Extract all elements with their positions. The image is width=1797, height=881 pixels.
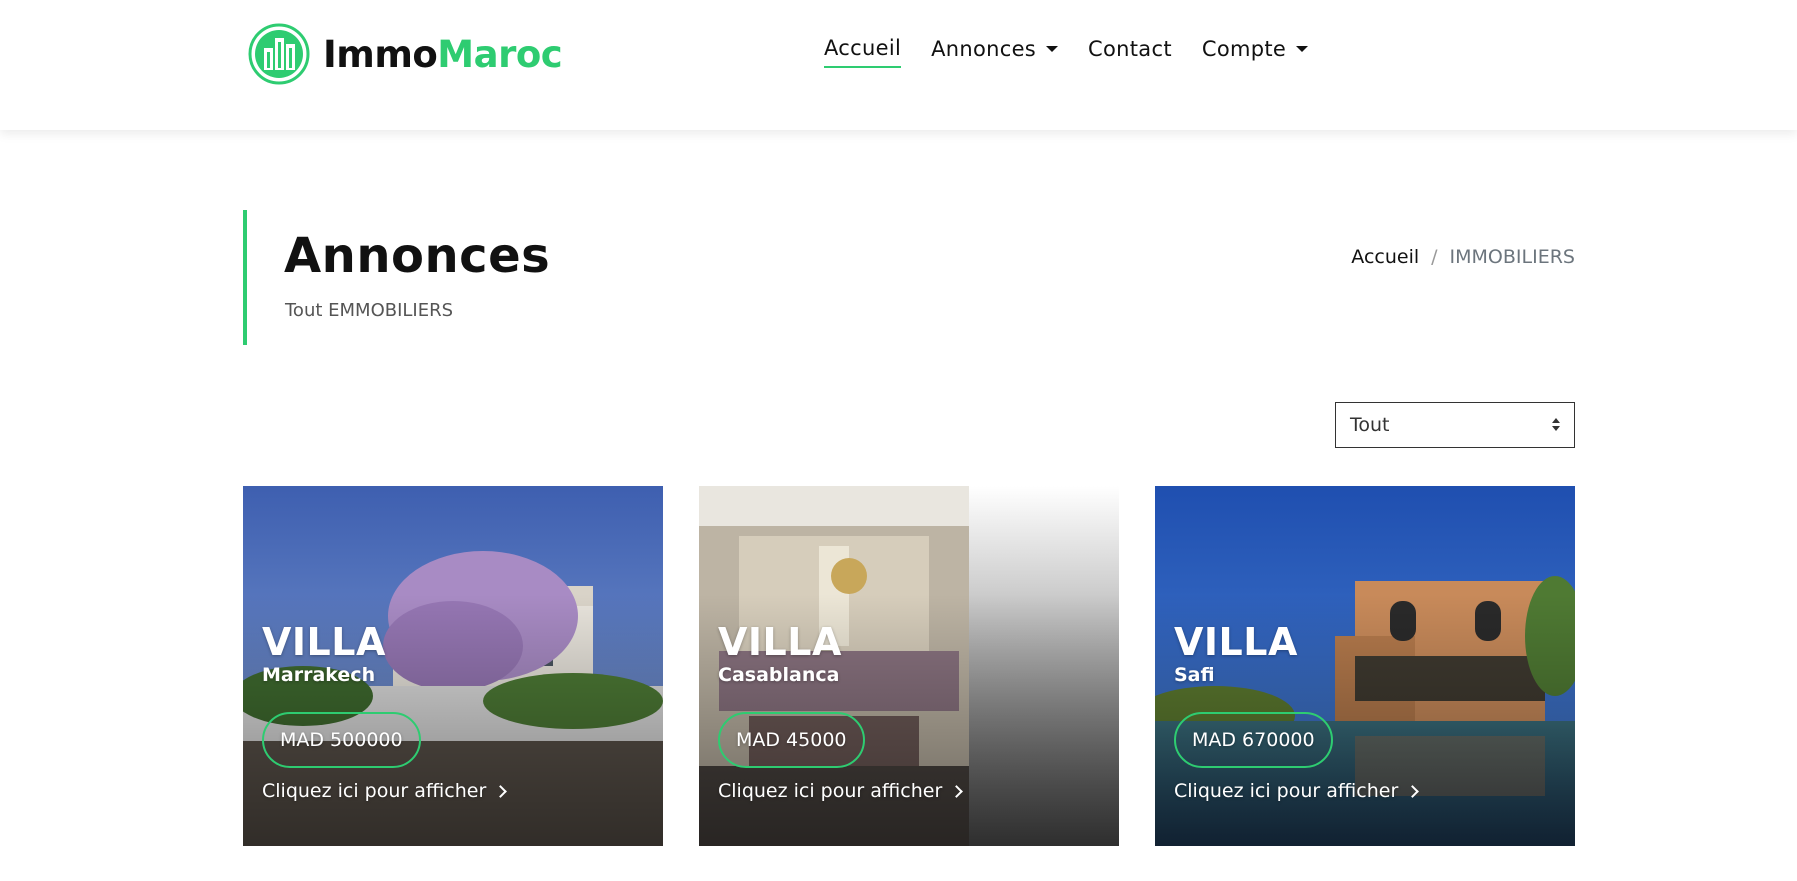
listing-type: VILLA [718, 620, 842, 664]
listing-view-link-label: Cliquez ici pour afficher [262, 780, 487, 802]
chevron-right-icon [494, 784, 508, 798]
nav-item-label: Contact [1088, 37, 1172, 61]
listing-card[interactable]: VILLA Safi MAD 670000 Cliquez ici pour a… [1155, 486, 1575, 846]
brand-name-part1: Immo [323, 32, 438, 76]
chevron-right-icon [1406, 784, 1420, 798]
category-filter-select[interactable]: Tout [1335, 402, 1575, 448]
select-sort-icon [1552, 418, 1560, 431]
buildings-logo-icon [248, 23, 310, 85]
page-title: Annonces [284, 228, 551, 284]
listing-view-link[interactable]: Cliquez ici pour afficher [1174, 780, 1420, 802]
nav-item-label: Compte [1201, 37, 1287, 61]
site-header: ImmoMaroc Accueil Annonces Contact Compt… [0, 0, 1797, 130]
main-nav: Accueil Annonces Contact Compte [824, 36, 1309, 68]
listing-view-link[interactable]: Cliquez ici pour afficher [262, 780, 508, 802]
nav-item-contact[interactable]: Contact [1088, 37, 1172, 67]
listing-price-badge: MAD 670000 [1174, 712, 1333, 768]
title-accent-bar [243, 210, 247, 345]
listing-view-link[interactable]: Cliquez ici pour afficher [718, 780, 964, 802]
breadcrumb: Accueil / IMMOBILIERS [1351, 246, 1575, 268]
listing-city: Marrakech [262, 664, 376, 686]
listing-price-badge: MAD 500000 [262, 712, 421, 768]
listing-view-link-label: Cliquez ici pour afficher [718, 780, 943, 802]
select-value: Tout [1350, 414, 1390, 436]
brand-name-part2: Maroc [437, 32, 563, 76]
listing-city: Casablanca [718, 664, 840, 686]
breadcrumb-separator: / [1431, 246, 1438, 268]
brand-logo[interactable]: ImmoMaroc [247, 22, 563, 86]
page-subtitle: Tout EMMOBILIERS [285, 300, 454, 321]
nav-item-compte[interactable]: Compte [1201, 37, 1309, 67]
nav-item-label: Annonces [931, 37, 1037, 61]
listing-city: Safi [1174, 664, 1215, 686]
caret-down-icon [1296, 46, 1309, 52]
listing-card[interactable]: VILLA Marrakech MAD 500000 Cliquez ici p… [243, 486, 663, 846]
listing-price-badge: MAD 45000 [718, 712, 865, 768]
nav-item-annonces[interactable]: Annonces [931, 37, 1059, 67]
listing-view-link-label: Cliquez ici pour afficher [1174, 780, 1399, 802]
breadcrumb-home-link[interactable]: Accueil [1351, 246, 1419, 268]
chevron-right-icon [950, 784, 964, 798]
listing-type: VILLA [262, 620, 386, 664]
brand-name: ImmoMaroc [323, 32, 563, 76]
breadcrumb-current: IMMOBILIERS [1449, 246, 1575, 268]
listing-card[interactable]: VILLA Casablanca MAD 45000 Cliquez ici p… [699, 486, 1119, 846]
nav-item-accueil[interactable]: Accueil [824, 36, 902, 68]
nav-item-label: Accueil [824, 36, 902, 60]
listing-type: VILLA [1174, 620, 1298, 664]
caret-down-icon [1046, 46, 1059, 52]
